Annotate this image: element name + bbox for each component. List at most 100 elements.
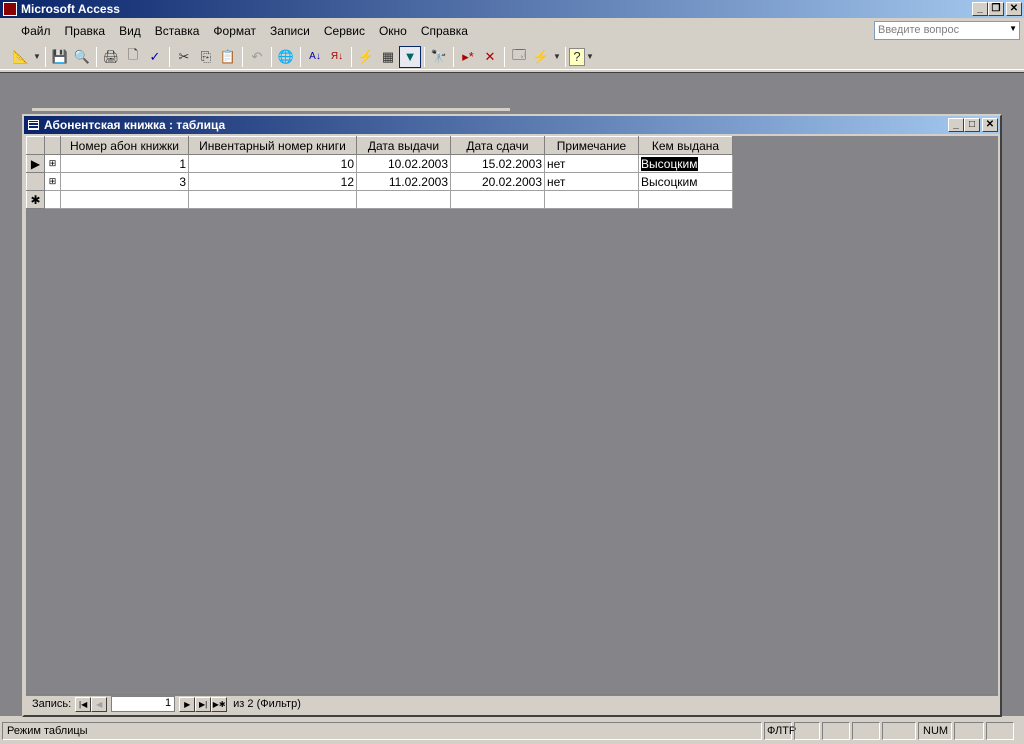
status-indicator [822, 722, 850, 740]
record-number-input[interactable]: 1 [111, 696, 176, 712]
close-button[interactable]: ✕ [1006, 2, 1022, 16]
cell[interactable]: Высоцким [638, 172, 733, 191]
next-record-button[interactable]: ▶ [179, 696, 196, 712]
help-icon[interactable]: ? [569, 47, 585, 66]
dropdown-icon[interactable]: ▼ [585, 46, 595, 68]
current-record-icon[interactable]: ▶ [26, 154, 45, 173]
status-indicator [882, 722, 916, 740]
toolbar: 📐 ▼ 💾 🔍 🖨 🗋 ✓ ✂ ⎘ 📋 ↶ 🌐 А↓ Я↓ ⚡ ▦ ▼ 🔭 ▸* ✕ 🗔 ⚡ ▼ ? ▼ [0, 44, 1024, 70]
save-icon[interactable]: 💾 [49, 46, 71, 68]
cell[interactable]: 10 [188, 154, 357, 173]
dropdown-icon[interactable]: ▼ [552, 46, 562, 68]
cell[interactable] [450, 190, 545, 209]
cell[interactable]: 15.02.2003 [450, 154, 545, 173]
ask-placeholder: Введите вопрос [878, 24, 960, 36]
sort-desc-icon[interactable]: Я↓ [326, 46, 348, 68]
menu-tools[interactable]: Сервис [317, 24, 372, 38]
sort-asc-icon[interactable]: А↓ [304, 46, 326, 68]
status-indicator [852, 722, 880, 740]
access-key-icon [3, 2, 17, 16]
cell[interactable] [188, 190, 357, 209]
first-record-button[interactable]: |◀ [75, 696, 92, 712]
database-window-icon[interactable]: 🗔 [508, 46, 530, 68]
cell[interactable]: 20.02.2003 [450, 172, 545, 191]
undo-icon: ↶ [251, 48, 263, 64]
new-record-icon[interactable]: ✱ [26, 190, 45, 209]
table-row[interactable]: ⊞ 3 12 11.02.2003 20.02.2003 нет Высоцки… [26, 172, 733, 191]
cell[interactable] [638, 190, 733, 209]
cell[interactable]: 3 [60, 172, 189, 191]
column-header[interactable]: Кем выдана [638, 136, 733, 155]
menu-file[interactable]: Файл [14, 24, 58, 38]
cell[interactable] [544, 190, 639, 209]
table-row[interactable]: ▶ ⊞ 1 10 10.02.2003 15.02.2003 нет Высоцк… [26, 154, 733, 173]
status-indicator [986, 722, 1014, 740]
copy-icon[interactable]: ⎘ [195, 46, 217, 68]
new-record-row[interactable]: ✱ [26, 190, 733, 209]
cell[interactable]: 10.02.2003 [356, 154, 451, 173]
restore-button[interactable]: ❐ [988, 2, 1004, 16]
menu-help[interactable]: Справка [414, 24, 475, 38]
search-icon[interactable]: 🔍 [71, 46, 93, 68]
last-record-button[interactable]: ▶| [195, 696, 212, 712]
menu-bar: Файл Правка Вид Вставка Формат Записи Се… [0, 20, 1024, 42]
expand-header [44, 136, 61, 155]
apply-filter-icon[interactable]: ▼ [399, 45, 421, 68]
find-icon[interactable]: 🔭 [428, 46, 450, 68]
menu-window[interactable]: Окно [372, 24, 414, 38]
view-icon[interactable]: 📐 [10, 46, 32, 68]
column-header[interactable]: Инвентарный номер книги [188, 136, 357, 155]
filter-by-selection-icon[interactable]: ⚡ [355, 46, 377, 68]
cell[interactable] [44, 190, 61, 209]
status-num: NUM [918, 722, 952, 740]
doc-minimize-button[interactable]: _ [948, 118, 964, 132]
record-selector[interactable] [26, 172, 45, 191]
cell[interactable] [60, 190, 189, 209]
menu-format[interactable]: Формат [206, 24, 263, 38]
menu-edit[interactable]: Правка [58, 24, 113, 38]
new-record-icon[interactable]: ▸* [457, 46, 479, 68]
column-header[interactable]: Дата сдачи [450, 136, 545, 155]
cell[interactable]: 1 [60, 154, 189, 173]
status-bar: Режим таблицы ФЛТР NUM [0, 720, 1024, 742]
spelling-icon[interactable]: ✓ [144, 46, 166, 68]
column-header[interactable]: Дата выдачи [356, 136, 451, 155]
cut-icon[interactable]: ✂ [173, 46, 195, 68]
selected-cell-text[interactable]: Высоцким [641, 156, 698, 171]
menu-insert[interactable]: Вставка [148, 24, 207, 38]
menu-records[interactable]: Записи [263, 24, 317, 38]
prev-record-button[interactable]: ◀ [91, 696, 108, 712]
status-indicator [954, 722, 984, 740]
filter-by-form-icon[interactable]: ▦ [377, 46, 399, 68]
status-indicator [794, 722, 820, 740]
print-preview-icon[interactable]: 🗋 [122, 46, 144, 68]
status-mode: Режим таблицы [2, 722, 762, 740]
expand-icon[interactable]: ⊞ [44, 154, 61, 173]
column-header[interactable]: Примечание [544, 136, 639, 155]
cell[interactable]: 11.02.2003 [356, 172, 451, 191]
cell[interactable]: 12 [188, 172, 357, 191]
expand-icon[interactable]: ⊞ [44, 172, 61, 191]
minimize-button[interactable]: _ [972, 2, 988, 16]
record-navigation: Запись: |◀ ◀ 1 ▶ ▶| ▶✱ из 2 (Фильтр) [26, 694, 998, 713]
table-window-title: Абонентская книжка : таблица [44, 118, 226, 132]
cell[interactable]: нет [544, 154, 639, 173]
doc-close-button[interactable]: ✕ [982, 118, 998, 132]
ask-question-input[interactable]: Введите вопрос ▼ [874, 21, 1020, 40]
select-all-corner[interactable] [26, 136, 45, 155]
dropdown-icon[interactable]: ▼ [32, 46, 42, 68]
cell[interactable] [356, 190, 451, 209]
chevron-down-icon[interactable]: ▼ [1009, 24, 1017, 33]
menu-view[interactable]: Вид [112, 24, 148, 38]
column-header[interactable]: Номер абон книжки [60, 136, 189, 155]
record-total: из 2 (Фильтр) [233, 698, 301, 710]
doc-maximize-button[interactable]: □ [964, 118, 980, 132]
print-icon[interactable]: 🖨 [100, 46, 122, 68]
hyperlink-icon: 🌐 [277, 48, 295, 64]
delete-record-icon[interactable]: ✕ [479, 46, 501, 68]
cell[interactable]: нет [544, 172, 639, 191]
new-object-icon[interactable]: ⚡ [530, 46, 552, 68]
datasheet: Номер абон книжки Инвентарный номер книг… [26, 136, 998, 696]
cell[interactable]: Высоцким [638, 154, 733, 173]
new-record-button[interactable]: ▶✱ [211, 696, 228, 712]
